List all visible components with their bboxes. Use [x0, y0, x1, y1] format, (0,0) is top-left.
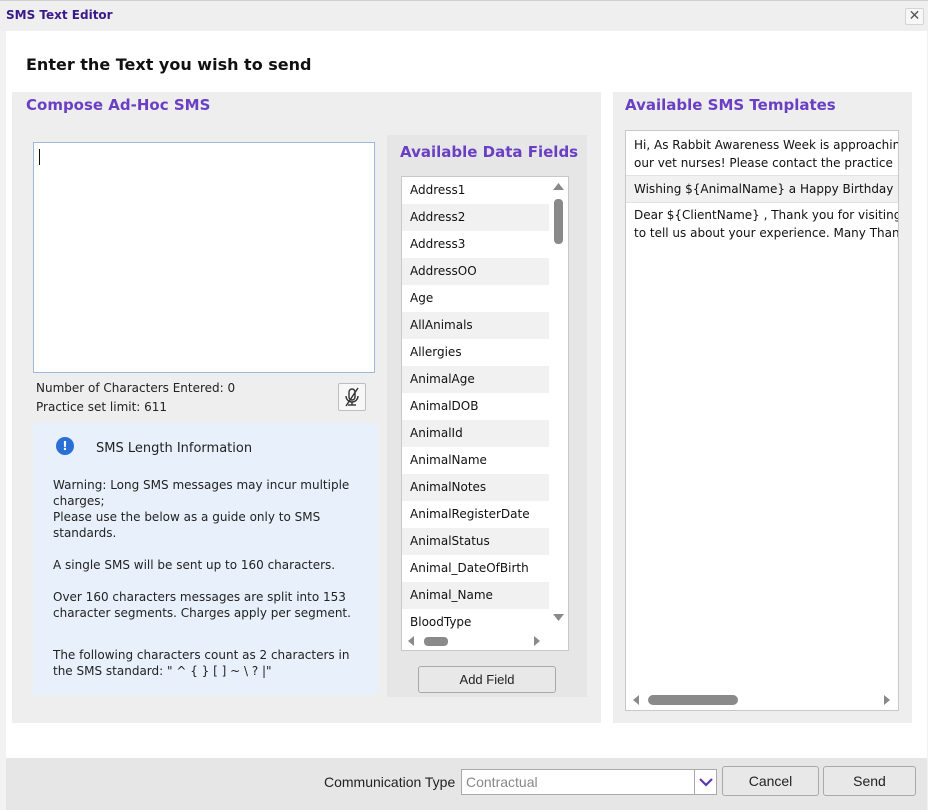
info-icon: !: [56, 437, 74, 455]
field-item[interactable]: Address1: [402, 177, 549, 204]
scroll-right-icon[interactable]: [530, 632, 544, 650]
dialog-footer: Communication Type Contractual Cancel Se…: [6, 758, 927, 810]
template-line: to tell us about your experience. Many T…: [634, 226, 899, 240]
info-title: SMS Length Information: [96, 441, 253, 456]
field-item[interactable]: AnimalNotes: [402, 474, 549, 501]
field-item[interactable]: AddressOO: [402, 258, 549, 285]
field-item[interactable]: AnimalAge: [402, 366, 549, 393]
scroll-down-icon[interactable]: [549, 611, 568, 625]
field-item[interactable]: AnimalDOB: [402, 393, 549, 420]
templates-title: Available SMS Templates: [625, 96, 836, 114]
field-item[interactable]: AnimalStatus: [402, 528, 549, 555]
chevron-down-icon: [699, 778, 713, 787]
field-item[interactable]: AnimalName: [402, 447, 549, 474]
template-line: Wishing ${AnimalName} a Happy Birthday: [634, 182, 894, 196]
divider: [626, 202, 898, 203]
data-fields-list[interactable]: Address1 Address2 Address3 AddressOO Age AllA…: [401, 176, 569, 651]
template-item[interactable]: Wishing ${AnimalName} a Happy Birthday: [626, 176, 898, 202]
info-warning: Warning: Long SMS messages may incur mul…: [53, 478, 350, 508]
field-item[interactable]: Allergies: [402, 339, 549, 366]
info-split: Over 160 characters messages are split i…: [53, 590, 351, 620]
scroll-left-icon[interactable]: [629, 690, 643, 710]
field-item[interactable]: Address3: [402, 231, 549, 258]
info-guide: Please use the below as a guide only to …: [53, 510, 321, 540]
title-bar: SMS Text Editor ✕: [0, 0, 928, 31]
scroll-left-icon[interactable]: [404, 632, 418, 650]
page-title: Enter the Text you wish to send: [26, 55, 312, 74]
field-item[interactable]: Address2: [402, 204, 549, 231]
close-icon[interactable]: ✕: [905, 8, 924, 25]
field-item[interactable]: AnimalRegisterDate: [402, 501, 549, 528]
field-item[interactable]: AnimalId: [402, 420, 549, 447]
info-double: The following characters count as 2 char…: [53, 648, 350, 678]
text-caret: [39, 149, 40, 165]
main-content: Enter the Text you wish to send Compose …: [6, 31, 927, 758]
fields-vscroll[interactable]: [549, 177, 568, 634]
template-line: our vet nurses! Please contact the pract…: [634, 156, 893, 170]
templates-list[interactable]: Hi, As Rabbit Awareness Week is approach…: [625, 130, 899, 711]
communication-type-label: Communication Type: [324, 774, 456, 790]
compose-panel: Compose Ad-Hoc SMS Number of Characters …: [12, 92, 601, 723]
fields-hscroll-thumb[interactable]: [424, 637, 448, 646]
field-item[interactable]: Age: [402, 285, 549, 312]
scroll-up-icon[interactable]: [549, 179, 568, 193]
template-item[interactable]: Dear ${ClientName} , Thank you for visit…: [626, 206, 899, 242]
mic-toggle-button[interactable]: [338, 383, 366, 411]
sms-text-input[interactable]: [33, 142, 375, 373]
sms-length-info: ! SMS Length Information Warning: Long S…: [33, 423, 378, 695]
field-item[interactable]: Animal_DateOfBirth: [402, 555, 549, 582]
scroll-right-icon[interactable]: [880, 690, 894, 710]
communication-type-value: Contractual: [466, 774, 538, 790]
practice-limit-label: Practice set limit: 611: [36, 400, 168, 414]
fields-vscroll-thumb[interactable]: [554, 199, 563, 244]
template-line: Hi, As Rabbit Awareness Week is approach…: [634, 138, 899, 152]
compose-title: Compose Ad-Hoc SMS: [26, 96, 211, 114]
info-single: A single SMS will be sent up to 160 char…: [53, 558, 336, 572]
template-item[interactable]: Hi, As Rabbit Awareness Week is approach…: [626, 136, 899, 172]
add-field-button[interactable]: Add Field: [418, 666, 556, 693]
mic-off-icon: [345, 387, 359, 407]
communication-type-select[interactable]: Contractual: [461, 769, 717, 795]
data-fields-title: Available Data Fields: [400, 143, 579, 161]
data-fields-panel: Available Data Fields Address1 Address2 Ad…: [387, 135, 587, 697]
field-item[interactable]: AllAnimals: [402, 312, 549, 339]
dropdown-button[interactable]: [694, 770, 716, 794]
field-item[interactable]: Animal_Name: [402, 582, 549, 609]
cancel-button[interactable]: Cancel: [722, 766, 819, 796]
window-title: SMS Text Editor: [6, 8, 113, 22]
fields-hscroll[interactable]: [402, 632, 551, 650]
send-button[interactable]: Send: [823, 766, 916, 796]
templates-hscroll-thumb[interactable]: [648, 695, 738, 705]
templates-hscroll[interactable]: [626, 690, 898, 710]
chars-entered-label: Number of Characters Entered: 0: [36, 381, 236, 395]
template-line: Dear ${ClientName} , Thank you for visit…: [634, 208, 899, 222]
